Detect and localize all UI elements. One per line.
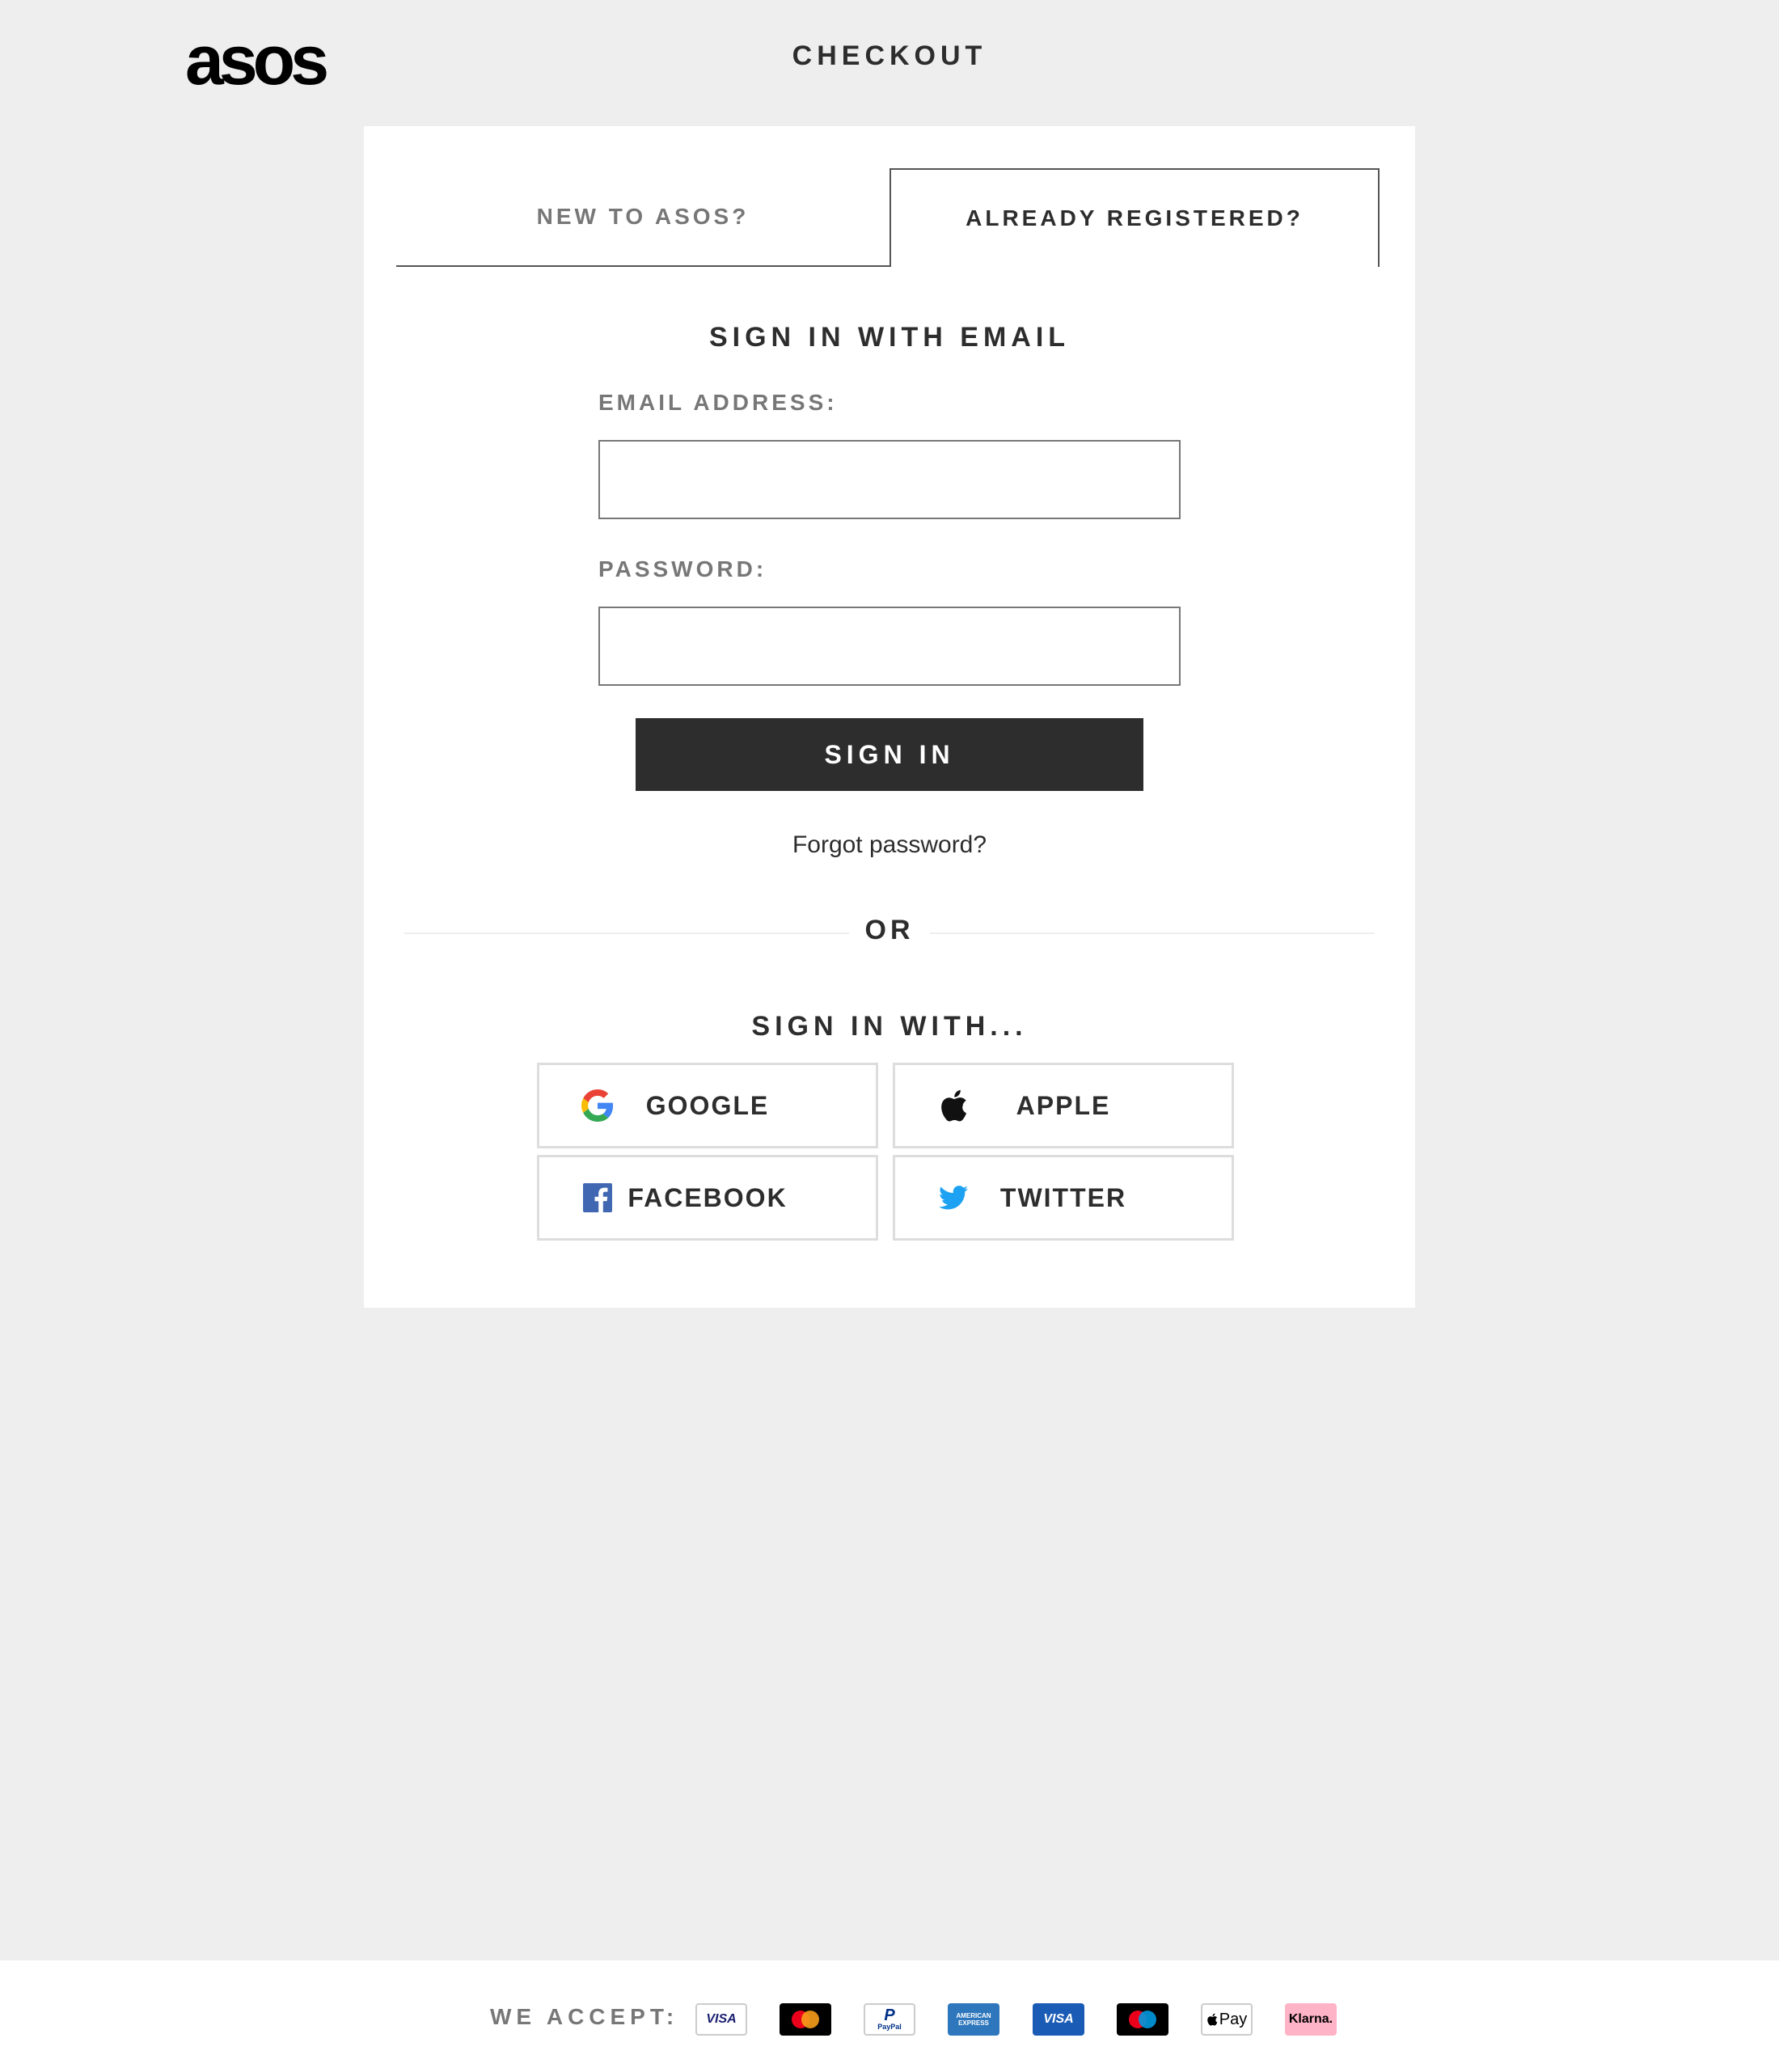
apple-label: APPLE [1016, 1090, 1111, 1120]
klarna-icon: Klarna. [1285, 2003, 1337, 2036]
email-field[interactable] [598, 440, 1181, 519]
maestro-icon [1117, 2003, 1168, 2036]
divider-right [930, 932, 1375, 934]
apple-icon [934, 1086, 973, 1125]
facebook-label: FACEBOOK [628, 1182, 788, 1212]
paypal-icon: P PayPal [864, 2003, 915, 2036]
we-accept-label: WE ACCEPT: [490, 2004, 679, 2029]
apple-sign-in-button[interactable]: APPLE [893, 1063, 1234, 1148]
google-sign-in-button[interactable]: GOOGLE [537, 1063, 878, 1148]
google-icon [578, 1086, 617, 1125]
google-label: GOOGLE [645, 1090, 770, 1120]
twitter-icon [934, 1178, 973, 1217]
email-label: EMAIL ADDRESS: [598, 390, 838, 415]
apple-pay-label: Pay [1219, 2010, 1248, 2028]
mastercard-icon [780, 2003, 831, 2036]
page-title: CHECKOUT [792, 40, 987, 71]
tab-new-to-asos[interactable]: NEW TO ASOS? [396, 168, 890, 267]
twitter-sign-in-button[interactable]: TWITTER [893, 1155, 1234, 1241]
apple-pay-icon: Pay [1201, 2003, 1253, 2036]
facebook-sign-in-button[interactable]: FACEBOOK [537, 1155, 878, 1241]
password-field[interactable] [598, 607, 1181, 686]
sign-in-card: NEW TO ASOS? ALREADY REGISTERED? SIGN IN… [364, 126, 1415, 1308]
sign-in-with-heading: SIGN IN WITH... [751, 1011, 1028, 1042]
tab-already-registered[interactable]: ALREADY REGISTERED? [890, 168, 1380, 267]
facebook-icon [578, 1178, 617, 1217]
american-express-icon: AMERICAN EXPRESS [948, 2003, 999, 2036]
sign-in-email-heading: SIGN IN WITH EMAIL [708, 322, 1071, 353]
twitter-label: TWITTER [999, 1182, 1127, 1212]
visa-electron-icon: VISA [1033, 2003, 1084, 2036]
footer: WE ACCEPT: VISA P PayPal AMERICAN EXPRES… [0, 1960, 1779, 2072]
or-divider-label: OR [864, 915, 915, 945]
visa-icon: VISA [695, 2003, 747, 2036]
forgot-password-link[interactable]: Forgot password? [364, 831, 1415, 859]
password-label: PASSWORD: [598, 556, 767, 581]
paypal-label: PayPal [877, 2023, 902, 2031]
sign-in-button[interactable]: SIGN IN [636, 718, 1143, 791]
